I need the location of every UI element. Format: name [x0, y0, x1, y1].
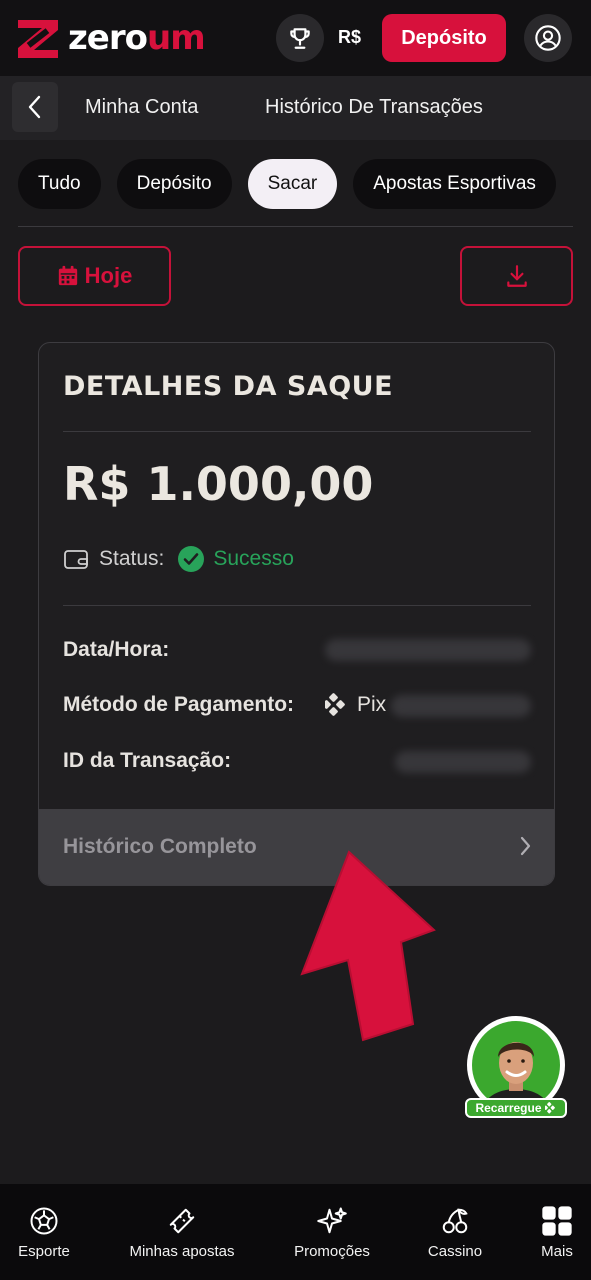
nav-label: Mais: [541, 1242, 573, 1260]
nav-minhas-apostas[interactable]: Minhas apostas: [122, 1184, 242, 1280]
cherries-icon: [439, 1205, 471, 1237]
nav-label: Esporte: [18, 1242, 70, 1260]
check-circle-icon: [178, 546, 205, 572]
nav-esporte[interactable]: Esporte: [10, 1184, 78, 1280]
redacted-date-time: [325, 639, 531, 661]
payment-method-label: Método de Pagamento:: [63, 693, 295, 716]
payment-method: Pix: [325, 693, 386, 717]
chevron-right-icon: [520, 836, 531, 856]
logo-text: zeroum: [68, 18, 206, 58]
status-value: Sucesso: [213, 547, 294, 570]
logo-z-icon: [18, 20, 58, 58]
redacted-pix-key: [391, 695, 531, 717]
trophy-icon: [290, 28, 310, 49]
calendar-icon: [58, 265, 77, 286]
status-label: Status:: [99, 547, 165, 570]
nav-label: Promoções: [294, 1242, 370, 1260]
card-title: DETALHES DA SAQUE: [63, 371, 394, 402]
date-filter-button[interactable]: Hoje: [18, 246, 171, 306]
tab-sacar[interactable]: Sacar: [247, 159, 338, 209]
breadcrumb-account[interactable]: Minha Conta: [85, 96, 198, 119]
trophy-button[interactable]: [276, 14, 324, 62]
user-icon: [535, 25, 561, 51]
grid-icon: [541, 1205, 573, 1237]
profile-button[interactable]: [524, 14, 572, 62]
download-icon: [506, 265, 527, 287]
chevron-left-icon: [28, 95, 41, 119]
sparkles-icon: [316, 1205, 348, 1237]
pix-icon: [325, 693, 345, 716]
pix-icon: [544, 1102, 555, 1114]
zeroum-logo[interactable]: zeroum: [16, 16, 206, 60]
ticket-icon: [166, 1205, 198, 1237]
currency-label: R$: [338, 27, 362, 47]
nav-label: Minhas apostas: [129, 1242, 235, 1260]
soccer-ball-icon: [28, 1205, 60, 1237]
breadcrumb-current: Histórico De Transações: [265, 96, 483, 118]
nav-promocoes[interactable]: Promoções: [288, 1184, 376, 1280]
tab-deposito[interactable]: Depósito: [116, 159, 232, 209]
nav-cassino[interactable]: Cassino: [420, 1184, 490, 1280]
date-time-label: Data/Hora:: [63, 638, 170, 661]
status-row: Status: Sucesso: [63, 543, 294, 575]
tab-tudo[interactable]: Tudo: [18, 159, 101, 209]
withdrawal-details-card: DETALHES DA SAQUE R$ 1.000,00 Status: Su…: [38, 342, 555, 886]
deposit-button[interactable]: Depósito: [382, 14, 506, 62]
promo-badge: Recarregue: [465, 1098, 567, 1118]
download-button[interactable]: [460, 246, 573, 306]
tab-apostas-esportivas[interactable]: Apostas Esportivas: [353, 159, 556, 209]
redacted-transaction-id: [395, 751, 531, 773]
recharge-promo-button[interactable]: Recarregue: [465, 1016, 567, 1118]
nav-mais[interactable]: Mais: [532, 1184, 582, 1280]
promo-badge-label: Recarregue: [475, 1101, 542, 1115]
nav-label: Cassino: [427, 1242, 483, 1260]
divider: [63, 605, 531, 606]
transaction-id-label: ID da Transação:: [63, 749, 232, 772]
annotation-arrow-icon: [300, 850, 436, 1042]
withdrawal-amount: R$ 1.000,00: [63, 457, 374, 511]
full-history-label: Histórico Completo: [63, 835, 257, 858]
back-button[interactable]: [12, 82, 58, 132]
payment-method-value: Pix: [357, 693, 387, 716]
promo-avatar-inner: [472, 1021, 560, 1109]
divider: [18, 226, 573, 227]
wallet-icon: [64, 550, 88, 569]
filter-tabs: Tudo Depósito Sacar Apostas Esportivas: [18, 159, 591, 209]
divider: [63, 431, 531, 432]
date-filter-label: Hoje: [84, 263, 133, 288]
bottom-navigation: Esporte Minhas apostas Promoções Cassino…: [0, 1184, 591, 1280]
